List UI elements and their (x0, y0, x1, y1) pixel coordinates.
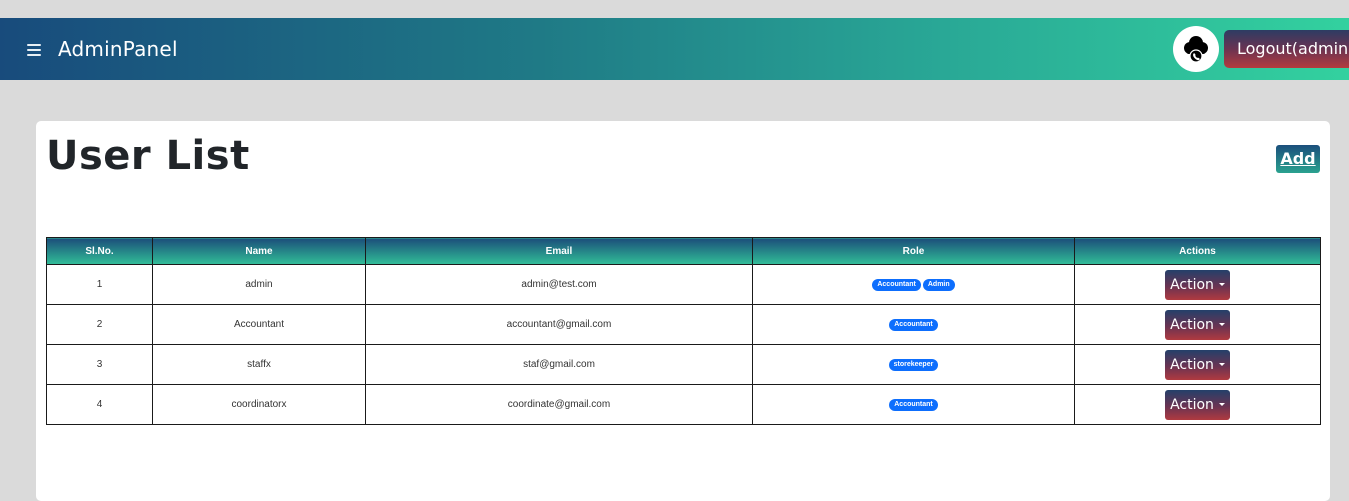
role-badge: Accountant (889, 319, 938, 331)
table-row: 4 coordinatorx coordinate@gmail.com Acco… (46, 384, 1321, 425)
cell-name: coordinatorx (152, 384, 366, 425)
logout-button[interactable]: Logout(admin) (1224, 30, 1349, 68)
table-row: 2 Accountant accountant@gmail.com Accoun… (46, 304, 1321, 345)
avatar[interactable] (1173, 26, 1219, 72)
action-label: Action (1170, 276, 1214, 293)
cell-slno: 2 (46, 304, 153, 345)
column-header-slno: Sl.No. (46, 237, 153, 265)
cell-role: Accountant Admin (752, 264, 1075, 305)
cell-name: Accountant (152, 304, 366, 345)
action-dropdown-button[interactable]: Action (1165, 349, 1230, 380)
action-dropdown-button[interactable]: Action (1165, 389, 1230, 420)
role-badge: Accountant (889, 399, 938, 411)
caret-down-icon (1218, 363, 1225, 366)
cloud-phone-icon (1184, 36, 1208, 63)
cell-role: Accountant (752, 384, 1075, 425)
page-title: User List (46, 133, 250, 179)
caret-down-icon (1218, 283, 1225, 286)
cell-email: accountant@gmail.com (365, 304, 753, 345)
users-table: Sl.No. Name Email Role Actions 1 admin a… (46, 237, 1321, 425)
table-row: 3 staffx staf@gmail.com storekeeper Acti… (46, 344, 1321, 385)
cell-email: admin@test.com (365, 264, 753, 305)
action-label: Action (1170, 396, 1214, 413)
cell-slno: 4 (46, 384, 153, 425)
role-badge: Accountant (872, 279, 921, 291)
brand-title[interactable]: AdminPanel (58, 37, 178, 61)
add-user-button[interactable]: Add (1276, 145, 1320, 173)
cell-name: staffx (152, 344, 366, 385)
table-row: 1 admin admin@test.com Accountant Admin A… (46, 264, 1321, 305)
role-badge: storekeeper (888, 359, 939, 371)
action-dropdown-button[interactable]: Action (1165, 309, 1230, 340)
cell-actions: Action (1074, 264, 1321, 305)
action-label: Action (1170, 356, 1214, 373)
cell-slno: 1 (46, 264, 153, 305)
caret-down-icon (1218, 323, 1225, 326)
cell-actions: Action (1074, 344, 1321, 385)
caret-down-icon (1218, 403, 1225, 406)
cell-role: storekeeper (752, 344, 1075, 385)
cell-slno: 3 (46, 344, 153, 385)
column-header-actions: Actions (1074, 237, 1321, 265)
action-label: Action (1170, 316, 1214, 333)
cell-actions: Action (1074, 384, 1321, 425)
cell-name: admin (152, 264, 366, 305)
cell-email: coordinate@gmail.com (365, 384, 753, 425)
cell-email: staf@gmail.com (365, 344, 753, 385)
role-badge: Admin (922, 279, 955, 291)
cell-role: Accountant (752, 304, 1075, 345)
column-header-email: Email (365, 237, 753, 265)
cell-actions: Action (1074, 304, 1321, 345)
table-header-row: Sl.No. Name Email Role Actions (46, 237, 1321, 265)
hamburger-icon[interactable] (27, 44, 41, 56)
top-navbar: AdminPanel Logout(admin) (0, 18, 1349, 80)
column-header-role: Role (752, 237, 1075, 265)
action-dropdown-button[interactable]: Action (1165, 269, 1230, 300)
column-header-name: Name (152, 237, 366, 265)
user-list-card: User List Add Sl.No. Name Email Role Act… (36, 121, 1330, 501)
